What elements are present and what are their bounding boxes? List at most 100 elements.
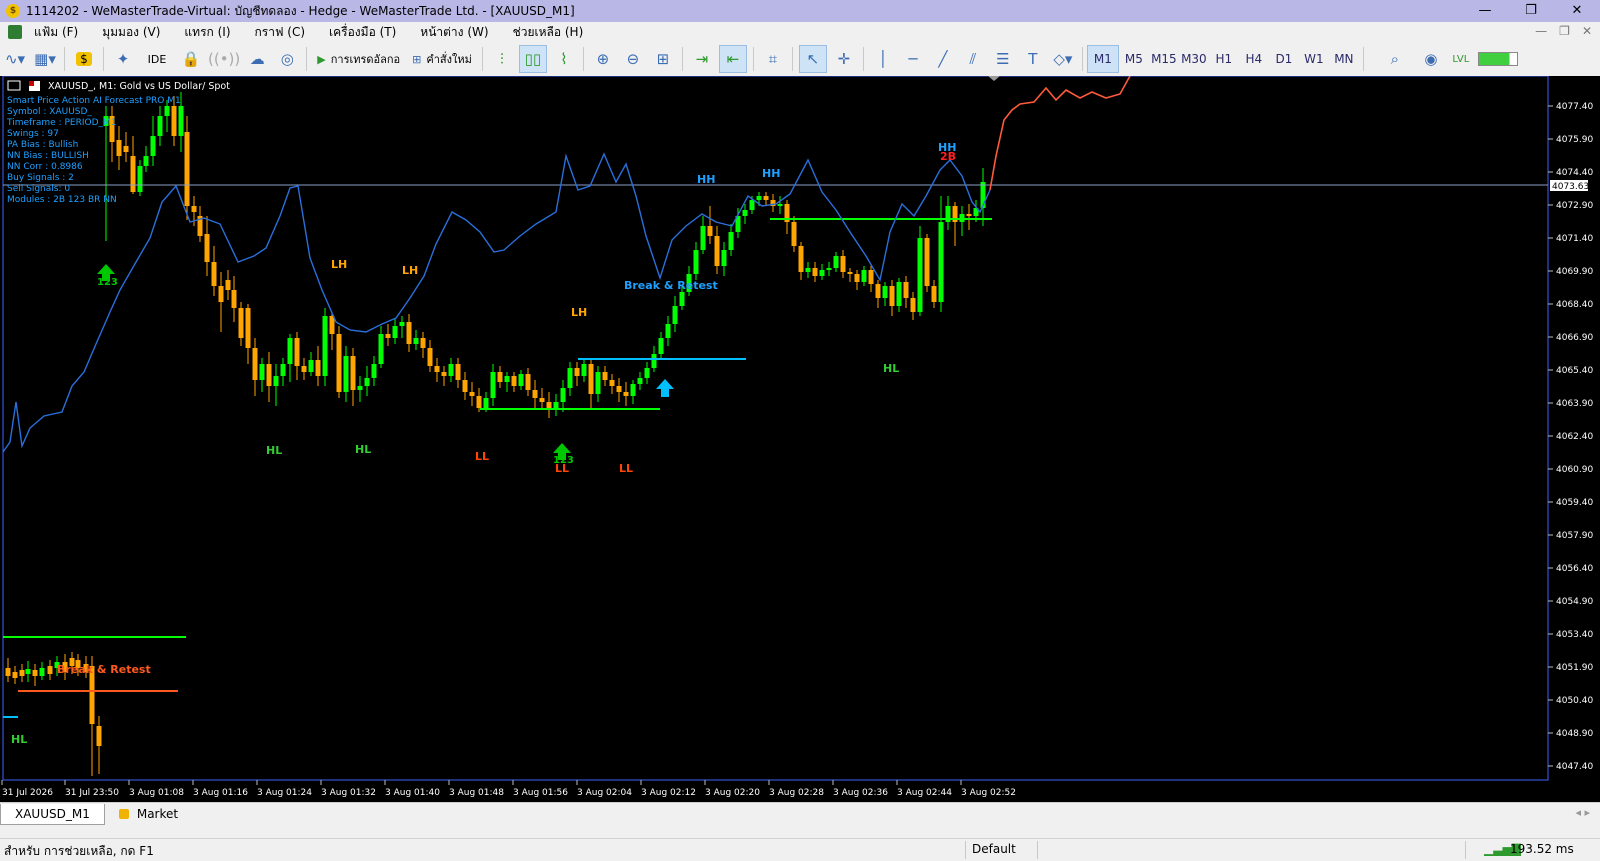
menu-window[interactable]: หน้าต่าง (W) bbox=[408, 23, 500, 42]
toolbar-divider bbox=[103, 47, 104, 71]
cloud-icon[interactable]: ☁ bbox=[244, 46, 270, 72]
tile-windows-icon[interactable]: ⊞ bbox=[650, 46, 676, 72]
menu-view[interactable]: มุมมอง (V) bbox=[90, 23, 172, 42]
candle-body bbox=[763, 196, 769, 200]
candle-body bbox=[378, 334, 384, 364]
toolbar: ∿▾ ▦▾ $ ✦ IDE 🔒 ((•)) ☁ ◎ ▶ การเทรดอัลกอ … bbox=[0, 42, 1600, 77]
restore-button[interactable]: ❐ bbox=[1508, 0, 1554, 22]
label-ll-3: LL bbox=[619, 462, 633, 475]
child-restore-icon[interactable]: ❐ bbox=[1559, 24, 1570, 38]
candle-body bbox=[25, 669, 31, 674]
auto-scroll-icon[interactable]: ⇥ bbox=[689, 46, 715, 72]
time-tick-label: 3 Aug 02:04 bbox=[577, 788, 632, 798]
timeframe-h4[interactable]: H4 bbox=[1239, 46, 1269, 72]
info-panel-line: Smart Price Action AI Forecast PRO M1 bbox=[7, 96, 181, 106]
candle-body bbox=[399, 322, 405, 326]
candle-body bbox=[116, 140, 122, 156]
info-panel-line: Timeframe : PERIOD_M1 bbox=[6, 118, 117, 128]
search-icon[interactable]: ⌕ bbox=[1382, 46, 1408, 72]
menu-tools[interactable]: เครื่องมือ (T) bbox=[317, 23, 408, 42]
app-logo-icon: $ bbox=[6, 4, 20, 18]
zoom-out-icon[interactable]: ⊖ bbox=[620, 46, 646, 72]
new-order-button[interactable]: ⊞ คำสั่งใหม่ bbox=[408, 46, 476, 72]
vps-icon[interactable]: ◎ bbox=[274, 46, 300, 72]
lock-icon[interactable]: 🔒 bbox=[178, 46, 204, 72]
timeframe-h1[interactable]: H1 bbox=[1209, 46, 1239, 72]
horizontal-line-icon[interactable]: ─ bbox=[900, 46, 926, 72]
candle-body bbox=[805, 268, 811, 272]
candle-body bbox=[191, 206, 197, 212]
candle-body bbox=[721, 250, 727, 266]
timeframe-d1[interactable]: D1 bbox=[1269, 46, 1299, 72]
algo-trading-button[interactable]: ▶ การเทรดอัลกอ bbox=[313, 46, 404, 72]
timeframe-w1[interactable]: W1 bbox=[1299, 46, 1329, 72]
tab-scroll-icons[interactable]: ◂ ▸ bbox=[1575, 806, 1590, 819]
label-break-retest-1: Break & Retest bbox=[624, 279, 718, 292]
timeframe-m30[interactable]: M30 bbox=[1179, 46, 1209, 72]
vertical-line-icon[interactable]: │ bbox=[870, 46, 896, 72]
screenshot-icon[interactable]: ⌗ bbox=[760, 46, 786, 72]
signals-icon[interactable]: ✦ bbox=[110, 46, 136, 72]
candles-icon[interactable]: ▯▯ bbox=[518, 45, 547, 73]
candle-body bbox=[385, 334, 391, 338]
candle-body bbox=[777, 204, 783, 206]
shapes-icon[interactable]: ◇▾ bbox=[1050, 46, 1076, 72]
tab-market[interactable]: Market bbox=[105, 804, 192, 824]
text-icon[interactable]: T bbox=[1020, 46, 1046, 72]
child-close-icon[interactable]: ✕ bbox=[1582, 24, 1592, 38]
price-tick-label: 4065.40 bbox=[1556, 366, 1593, 376]
candle-body bbox=[854, 274, 860, 282]
menu-file[interactable]: แฟ้ม (F) bbox=[22, 23, 90, 42]
candle-body bbox=[204, 234, 210, 262]
bar-chart-icon[interactable]: ⫶ bbox=[489, 46, 515, 72]
zoom-in-icon[interactable]: ⊕ bbox=[590, 46, 616, 72]
chart-type-icon[interactable]: ∿▾ bbox=[2, 46, 28, 72]
tab-xauusd-m1[interactable]: XAUUSD_M1 bbox=[0, 803, 105, 825]
price-tick-label: 4050.40 bbox=[1556, 696, 1593, 706]
broadcast-icon[interactable]: ((•)) bbox=[208, 46, 240, 72]
trendline-icon[interactable]: ╱ bbox=[930, 46, 956, 72]
cursor-icon[interactable]: ↖ bbox=[798, 45, 827, 73]
candle-body bbox=[665, 324, 671, 338]
price-tick-label: 4047.40 bbox=[1556, 762, 1593, 772]
candle-body bbox=[301, 366, 307, 372]
channel-icon[interactable]: ⫽ bbox=[960, 46, 986, 72]
price-tick-label: 4057.90 bbox=[1556, 531, 1593, 541]
crosshair-icon[interactable]: ✛ bbox=[831, 46, 857, 72]
fibonacci-icon[interactable]: ☰ bbox=[990, 46, 1016, 72]
candle-body bbox=[833, 256, 839, 268]
ide-button[interactable]: IDE bbox=[140, 46, 174, 72]
lvl-icon[interactable]: LVL bbox=[1448, 46, 1474, 72]
account-icon[interactable]: ◉ bbox=[1418, 46, 1444, 72]
chart-shift-icon[interactable]: ⇤ bbox=[718, 45, 747, 73]
status-bar: สำหรับ การช่วยเหลือ, กด F1 Default ▁▃▅▇ … bbox=[0, 838, 1600, 861]
title-bar: $ 1114202 - WeMasterTrade-Virtual: บัญชี… bbox=[0, 0, 1600, 22]
candle-body bbox=[413, 338, 419, 344]
timeframe-m1[interactable]: M1 bbox=[1086, 45, 1119, 73]
timeframe-mn[interactable]: MN bbox=[1329, 46, 1359, 72]
trading-dollar-icon[interactable]: $ bbox=[71, 46, 97, 72]
minimize-button[interactable]: — bbox=[1462, 0, 1508, 22]
candle-body bbox=[875, 284, 881, 298]
candle-body bbox=[245, 308, 251, 348]
menu-help[interactable]: ช่วยเหลือ (H) bbox=[501, 23, 596, 42]
chart-menu-icon[interactable] bbox=[8, 25, 22, 39]
price-chart[interactable]: LH LH LH HH HH HH 2B HL HL HL HL LL LL L… bbox=[0, 76, 1600, 802]
price-tick-label: 4056.40 bbox=[1556, 564, 1593, 574]
timeframe-m5[interactable]: M5 bbox=[1119, 46, 1149, 72]
buy-arrow-3 bbox=[656, 379, 674, 397]
menu-insert[interactable]: แทรก (I) bbox=[172, 23, 242, 42]
time-tick-label: 3 Aug 02:28 bbox=[769, 788, 824, 798]
candle-body bbox=[371, 364, 377, 378]
candle-body bbox=[19, 670, 25, 676]
timeframe-m15[interactable]: M15 bbox=[1149, 46, 1179, 72]
time-tick-label: 3 Aug 01:24 bbox=[257, 788, 312, 798]
status-profile[interactable]: Default bbox=[972, 842, 1016, 856]
menu-charts[interactable]: กราฟ (C) bbox=[243, 23, 318, 42]
toolbar-divider bbox=[582, 47, 584, 71]
line-chart-icon[interactable]: ⌇ bbox=[551, 46, 577, 72]
child-minimize-icon[interactable]: — bbox=[1535, 24, 1547, 38]
close-button[interactable]: ✕ bbox=[1554, 0, 1600, 22]
info-panel-line: NN Corr : 0.8986 bbox=[7, 162, 83, 172]
templates-icon[interactable]: ▦▾ bbox=[32, 46, 58, 72]
